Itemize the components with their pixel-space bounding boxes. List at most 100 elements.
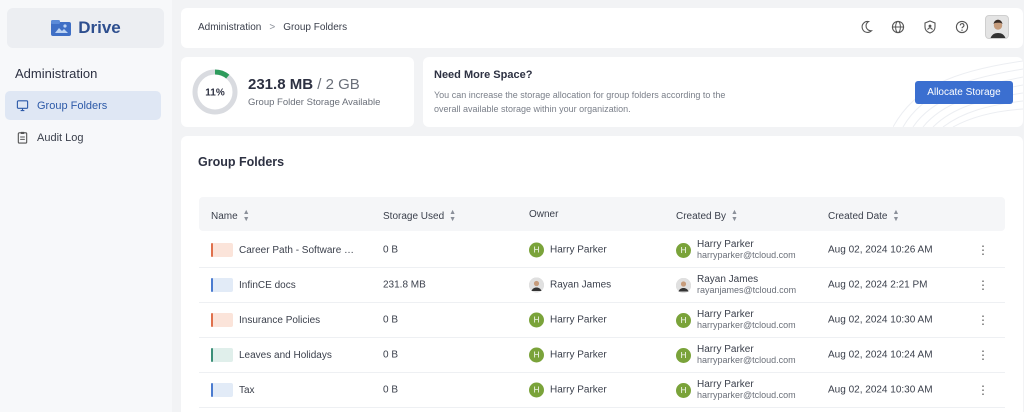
created-date-cell: Aug 02, 2024 2:21 PM bbox=[828, 279, 928, 291]
owner-name: Harry Parker bbox=[550, 349, 607, 361]
owner-avatar bbox=[529, 277, 544, 293]
app-logo[interactable]: Drive bbox=[7, 8, 164, 48]
created-date-cell: Aug 02, 2024 10:30 AM bbox=[828, 314, 933, 326]
column-label: Created Date bbox=[828, 210, 888, 222]
storage-used-cell: 0 B bbox=[383, 349, 399, 361]
creator-name: Harry Parker bbox=[697, 344, 754, 355]
drive-logo-icon bbox=[51, 20, 72, 36]
creator-name: Harry Parker bbox=[697, 379, 754, 390]
table-row[interactable]: Career Path - Software E... 0 B H Harry … bbox=[199, 233, 1005, 268]
storage-used-cell: 0 B bbox=[383, 244, 399, 256]
column-header-name[interactable]: Name ▲ ▼ bbox=[211, 209, 250, 223]
table-row[interactable]: InfinCE docs 231.8 MB Rayan James Rayan … bbox=[199, 268, 1005, 303]
user-avatar[interactable] bbox=[985, 15, 1009, 39]
creator-avatar: H bbox=[676, 312, 691, 328]
row-menu-button[interactable]: ⋮ bbox=[977, 278, 989, 292]
info-text: You can increase the storage allocation … bbox=[434, 90, 726, 114]
owner-name: Rayan James bbox=[550, 279, 612, 291]
owner-cell: H Harry Parker bbox=[529, 382, 607, 398]
sidebar-heading: Administration bbox=[15, 66, 98, 81]
storage-percent-label: 11% bbox=[205, 88, 225, 99]
security-button[interactable] bbox=[921, 18, 939, 36]
column-header-owner: Owner bbox=[529, 209, 558, 220]
created-by-cell: H Harry Parker harryparker@tcloud.com bbox=[676, 239, 796, 261]
allocate-storage-button[interactable]: Allocate Storage bbox=[915, 81, 1013, 104]
storage-used-cell: 231.8 MB bbox=[383, 279, 426, 291]
creator-email: harryparker@tcloud.com bbox=[697, 355, 796, 365]
group-folders-card: Group Folders Name ▲ ▼ Storage Used ▲ ▼ Ow… bbox=[181, 136, 1023, 412]
sidebar-item-label: Audit Log bbox=[37, 131, 84, 144]
row-menu-button[interactable]: ⋮ bbox=[977, 348, 989, 362]
created-by-cell: Rayan James rayanjames@tcloud.com bbox=[676, 274, 796, 296]
created-date-cell: Aug 02, 2024 10:24 AM bbox=[828, 349, 933, 361]
sidebar-item-label: Group Folders bbox=[37, 99, 108, 112]
sort-icon: ▲ ▼ bbox=[242, 209, 250, 223]
storage-amount: 231.8 MB / 2 GB bbox=[248, 76, 360, 93]
owner-avatar: H bbox=[529, 242, 544, 258]
row-menu-button[interactable]: ⋮ bbox=[977, 243, 989, 257]
breadcrumb-root[interactable]: Administration bbox=[198, 22, 261, 33]
globe-icon bbox=[891, 20, 905, 34]
folder-name: InfinCE docs bbox=[239, 279, 296, 291]
section-title: Group Folders bbox=[198, 155, 285, 169]
sort-icon: ▲ ▼ bbox=[449, 209, 457, 223]
sidebar-item-group-folders[interactable]: Group Folders bbox=[5, 91, 161, 120]
column-label: Storage Used bbox=[383, 210, 445, 222]
top-actions bbox=[857, 15, 1009, 39]
creator-name: Rayan James bbox=[697, 274, 759, 285]
column-header-created-by[interactable]: Created By ▲ ▼ bbox=[676, 209, 738, 223]
sidebar-item-audit-log[interactable]: Audit Log bbox=[5, 123, 161, 152]
storage-progress-ring: 11% bbox=[191, 68, 239, 121]
row-menu-button[interactable]: ⋮ bbox=[977, 313, 989, 327]
storage-used-cell: 0 B bbox=[383, 314, 399, 326]
storage-subtitle: Group Folder Storage Available bbox=[248, 97, 381, 108]
owner-avatar: H bbox=[529, 347, 544, 363]
folder-name-cell[interactable]: InfinCE docs bbox=[211, 278, 361, 292]
creator-avatar: H bbox=[676, 242, 691, 258]
storage-used: 231.8 MB bbox=[248, 76, 314, 93]
language-button[interactable] bbox=[889, 18, 907, 36]
created-date-cell: Aug 02, 2024 10:26 AM bbox=[828, 244, 933, 256]
storage-used-cell: 0 B bbox=[383, 384, 399, 396]
breadcrumb-separator: > bbox=[269, 22, 276, 33]
user-photo-icon bbox=[529, 277, 544, 293]
moon-icon bbox=[861, 20, 873, 33]
creator-email: harryparker@tcloud.com bbox=[697, 250, 796, 260]
owner-avatar: H bbox=[529, 382, 544, 398]
breadcrumb-current: Group Folders bbox=[283, 22, 348, 33]
owner-name: Harry Parker bbox=[550, 314, 607, 326]
folder-name: Insurance Policies bbox=[239, 314, 321, 326]
created-by-cell: H Harry Parker harryparker@tcloud.com bbox=[676, 344, 796, 366]
column-label: Owner bbox=[529, 209, 559, 220]
table-row[interactable]: Insurance Policies 0 B H Harry Parker H … bbox=[199, 303, 1005, 338]
column-header-created-date[interactable]: Created Date ▲ ▼ bbox=[828, 209, 899, 223]
owner-cell: H Harry Parker bbox=[529, 242, 607, 258]
folder-icon bbox=[211, 383, 233, 397]
folder-icon bbox=[211, 243, 233, 257]
folder-name-cell[interactable]: Leaves and Holidays bbox=[211, 348, 361, 362]
table-header: Name ▲ ▼ Storage Used ▲ ▼ Owner Created By… bbox=[199, 197, 1005, 231]
row-menu-button[interactable]: ⋮ bbox=[977, 383, 989, 397]
created-by-cell: H Harry Parker harryparker@tcloud.com bbox=[676, 309, 796, 331]
owner-cell: H Harry Parker bbox=[529, 347, 607, 363]
monitor-icon bbox=[16, 100, 29, 112]
folder-name-cell[interactable]: Insurance Policies bbox=[211, 313, 361, 327]
folder-name-cell[interactable]: Tax bbox=[211, 383, 361, 397]
help-icon bbox=[955, 20, 969, 34]
owner-name: Harry Parker bbox=[550, 244, 607, 256]
help-button[interactable] bbox=[953, 18, 971, 36]
created-by-cell: H Harry Parker harryparker@tcloud.com bbox=[676, 379, 796, 401]
top-bar: Administration > Group Folders bbox=[181, 8, 1023, 48]
table-row[interactable]: Tax 0 B H Harry Parker H Harry Parker har… bbox=[199, 373, 1005, 408]
owner-avatar: H bbox=[529, 312, 544, 328]
sidebar: Drive Administration Group Folders Audit… bbox=[0, 0, 172, 412]
table-row[interactable]: Leaves and Holidays 0 B H Harry Parker H… bbox=[199, 338, 1005, 373]
creator-avatar: H bbox=[676, 347, 691, 363]
column-header-storage-used[interactable]: Storage Used ▲ ▼ bbox=[383, 209, 456, 223]
folder-icon bbox=[211, 348, 233, 362]
breadcrumb: Administration > Group Folders bbox=[198, 22, 347, 33]
creator-email: harryparker@tcloud.com bbox=[697, 390, 796, 400]
theme-toggle-button[interactable] bbox=[857, 18, 875, 36]
owner-name: Harry Parker bbox=[550, 384, 607, 396]
folder-name-cell[interactable]: Career Path - Software E... bbox=[211, 243, 361, 257]
